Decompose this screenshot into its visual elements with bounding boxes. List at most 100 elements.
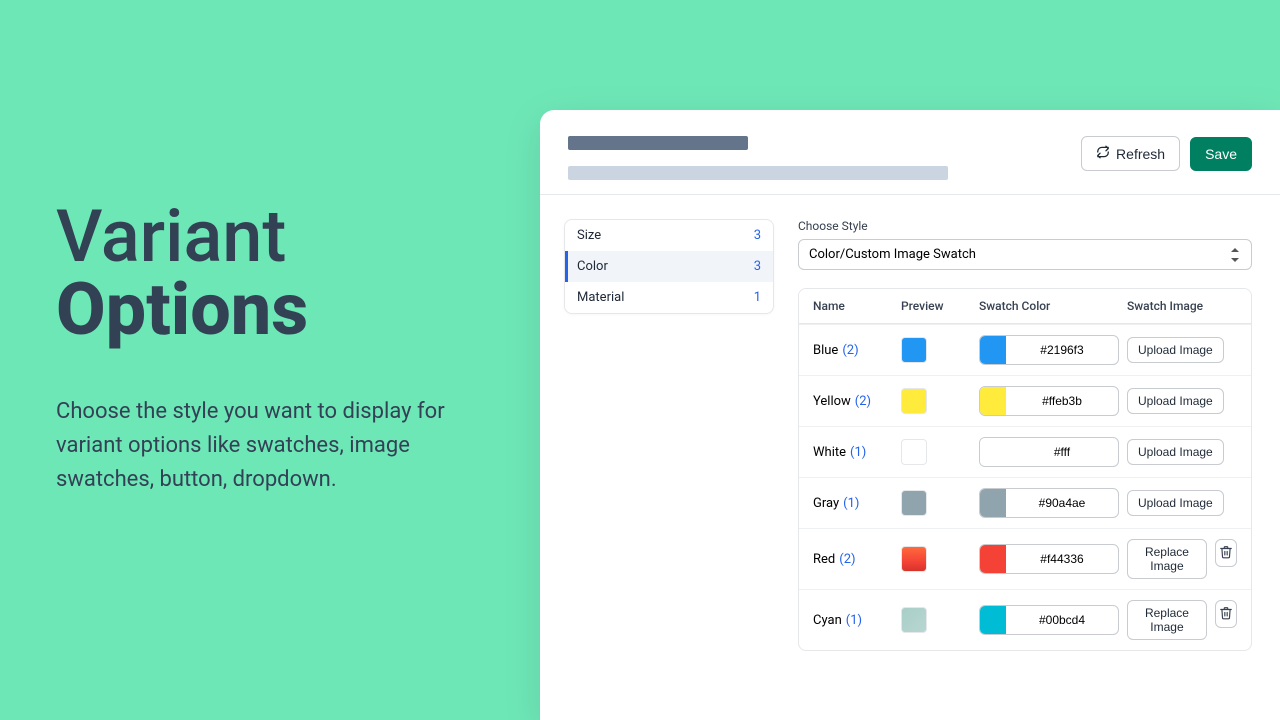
- option-row-count: 3: [754, 228, 761, 243]
- upload-image-button[interactable]: Upload Image: [1127, 439, 1224, 465]
- row-name: Yellow (2): [813, 394, 893, 409]
- style-label: Choose Style: [798, 219, 1252, 233]
- row-count: (1): [843, 496, 859, 511]
- swatch-color-input[interactable]: [979, 605, 1119, 635]
- option-row-label: Size: [577, 228, 601, 243]
- app-panel: Refresh Save Size 3 Color 3 Material 1 Choose…: [540, 110, 1280, 720]
- swatch-color-input[interactable]: [979, 386, 1119, 416]
- swatch-image-actions: Upload Image: [1127, 388, 1237, 414]
- refresh-button-label: Refresh: [1116, 146, 1165, 162]
- save-button-label: Save: [1205, 146, 1237, 162]
- skeleton-subtitle: [568, 166, 948, 180]
- skeleton-title: [568, 136, 748, 150]
- th-name: Name: [813, 299, 893, 313]
- style-select-value: Color/Custom Image Swatch: [809, 247, 976, 262]
- swatch-preview: [901, 439, 927, 465]
- swatch-color-input[interactable]: [979, 544, 1119, 574]
- panel-header: Refresh Save: [540, 110, 1280, 195]
- swatch-hex-field[interactable]: [1006, 394, 1118, 408]
- th-preview: Preview: [901, 299, 971, 313]
- swatch-hex-field[interactable]: [1006, 613, 1118, 627]
- option-row-size[interactable]: Size 3: [565, 220, 773, 251]
- swatch-preview: [901, 388, 927, 414]
- table-head: Name Preview Swatch Color Swatch Image: [799, 289, 1251, 324]
- swatch-preview: [901, 546, 927, 572]
- delete-image-button[interactable]: [1215, 600, 1237, 628]
- row-name-text: Blue: [813, 343, 838, 358]
- header-actions: Refresh Save: [1081, 136, 1252, 171]
- row-name: White (1): [813, 445, 893, 460]
- swatch-hex-field[interactable]: [1006, 496, 1118, 510]
- table-row: Blue(2) Upload Image: [799, 324, 1251, 375]
- row-name-text: Gray: [813, 496, 839, 511]
- swatch-hex-field[interactable]: [1006, 552, 1118, 566]
- option-row-material[interactable]: Material 1: [565, 282, 773, 313]
- row-name-text: White: [813, 445, 846, 460]
- refresh-icon: [1096, 145, 1110, 162]
- swatch-color-input[interactable]: [979, 335, 1119, 365]
- delete-image-button[interactable]: [1215, 539, 1237, 567]
- row-name: Blue(2): [813, 343, 893, 358]
- swatch-image-actions: Upload Image: [1127, 439, 1237, 465]
- marketing-title-line1: Variant: [56, 194, 286, 279]
- refresh-button[interactable]: Refresh: [1081, 136, 1180, 171]
- marketing-title-line2: Options: [56, 267, 308, 352]
- save-button[interactable]: Save: [1190, 137, 1252, 171]
- upload-image-button[interactable]: Upload Image: [1127, 490, 1224, 516]
- row-count: (2): [839, 552, 855, 567]
- swatch-chip: [980, 438, 1006, 466]
- row-name: Red (2): [813, 552, 893, 567]
- row-name-text: Cyan: [813, 613, 842, 628]
- swatch-chip: [980, 387, 1006, 415]
- swatch-hex-field[interactable]: [1006, 343, 1118, 357]
- row-name-text: Yellow: [813, 394, 851, 409]
- swatch-image-actions: Upload Image: [1127, 490, 1237, 516]
- swatch-chip: [980, 606, 1006, 634]
- option-row-label: Color: [577, 259, 608, 274]
- swatch-color-input[interactable]: [979, 488, 1119, 518]
- upload-image-button[interactable]: Upload Image: [1127, 388, 1224, 414]
- option-detail: Choose Style Color/Custom Image Swatch N…: [798, 219, 1280, 651]
- th-swatch-image: Swatch Image: [1127, 299, 1237, 313]
- marketing-description: Choose the style you want to display for…: [56, 395, 486, 497]
- swatch-chip: [980, 489, 1006, 517]
- swatch-preview: [901, 337, 927, 363]
- marketing-copy: Variant Options Choose the style you wan…: [56, 200, 486, 497]
- replace-image-button[interactable]: Replace Image: [1127, 600, 1207, 640]
- option-row-label: Material: [577, 290, 624, 305]
- trash-icon: [1219, 606, 1233, 623]
- table-row: Red (2) Replace Image: [799, 528, 1251, 589]
- swatch-image-actions: Replace Image: [1127, 539, 1237, 579]
- swatch-hex-field[interactable]: [1006, 445, 1118, 459]
- swatch-image-actions: Replace Image: [1127, 600, 1237, 640]
- style-select[interactable]: Color/Custom Image Swatch: [798, 239, 1252, 270]
- swatch-table: Name Preview Swatch Color Swatch Image B…: [798, 288, 1252, 651]
- table-row: Cyan (1) Replace Image: [799, 589, 1251, 650]
- swatch-chip: [980, 545, 1006, 573]
- swatch-preview: [901, 607, 927, 633]
- option-row-count: 1: [754, 290, 761, 305]
- row-count: (2): [855, 394, 871, 409]
- panel-body: Size 3 Color 3 Material 1 Choose Style Color/…: [540, 195, 1280, 651]
- row-count: (1): [846, 613, 862, 628]
- header-skeleton: [568, 136, 948, 180]
- swatch-image-actions: Upload Image: [1127, 337, 1237, 363]
- option-row-count: 3: [754, 259, 761, 274]
- chevron-updown-icon: [1229, 249, 1241, 261]
- th-swatch-color: Swatch Color: [979, 299, 1119, 313]
- option-row-color[interactable]: Color 3: [565, 251, 773, 282]
- swatch-chip: [980, 336, 1006, 364]
- upload-image-button[interactable]: Upload Image: [1127, 337, 1224, 363]
- table-row: White (1) Upload Image: [799, 426, 1251, 477]
- row-count: (1): [850, 445, 866, 460]
- swatch-color-input[interactable]: [979, 437, 1119, 467]
- row-name: Cyan (1): [813, 613, 893, 628]
- table-row: Yellow (2) Upload Image: [799, 375, 1251, 426]
- row-name: Gray (1): [813, 496, 893, 511]
- trash-icon: [1219, 545, 1233, 562]
- swatch-preview: [901, 490, 927, 516]
- row-name-text: Red: [813, 552, 835, 567]
- marketing-title: Variant Options: [56, 200, 486, 347]
- replace-image-button[interactable]: Replace Image: [1127, 539, 1207, 579]
- option-list: Size 3 Color 3 Material 1: [564, 219, 774, 314]
